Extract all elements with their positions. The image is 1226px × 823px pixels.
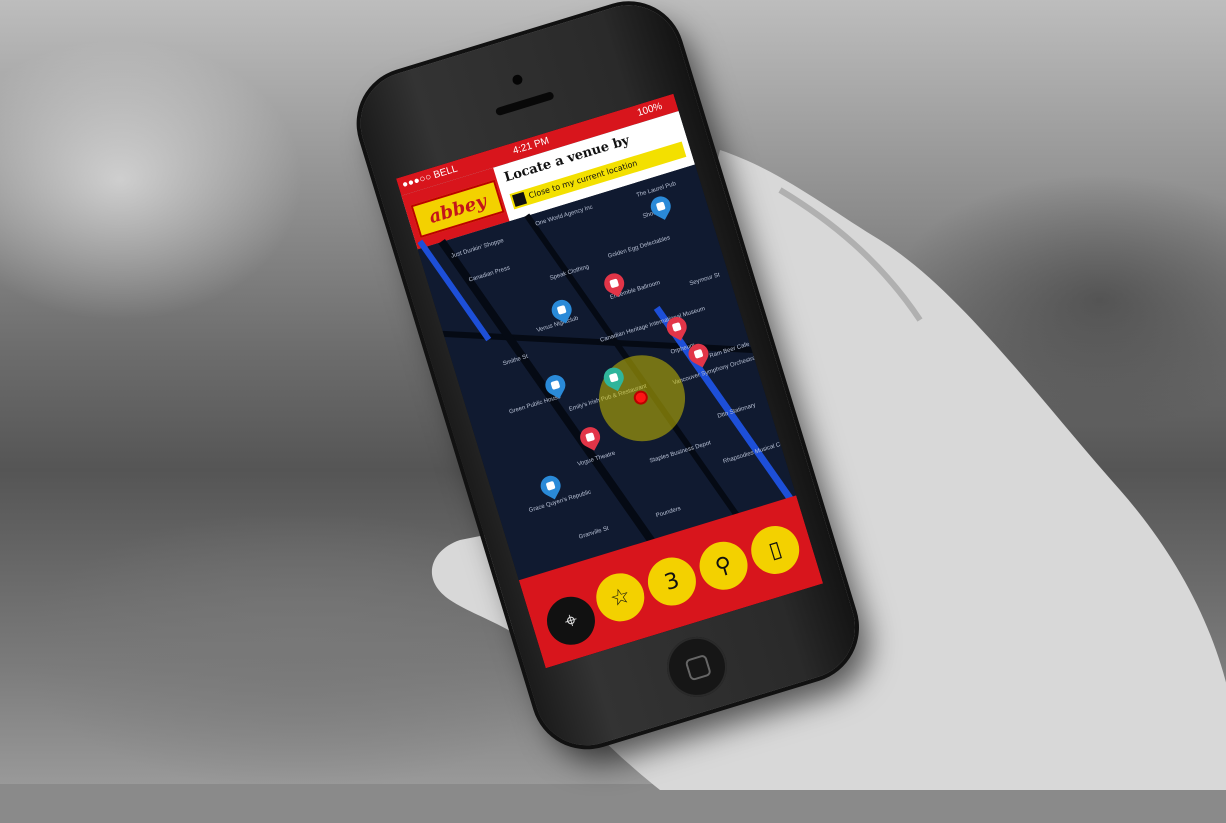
locate-button[interactable]: ⌖ xyxy=(541,590,601,651)
map-label: Canadian Press xyxy=(468,265,511,284)
venue-pin[interactable] xyxy=(537,472,565,500)
map-label: Just Dunkin' Shoppe xyxy=(450,237,505,260)
star-icon: ☆ xyxy=(607,582,634,613)
home-button[interactable] xyxy=(659,629,735,705)
map-label: Golden Egg Delectables xyxy=(607,235,672,260)
map-label: Grace Quyen's Republic xyxy=(528,489,593,515)
crosshair-icon: ⌖ xyxy=(561,606,581,635)
phone-body: ●●●○○ BELL 4:21 PM 100% abbey Locate a v… xyxy=(347,0,868,759)
map-label: Seymour St xyxy=(688,272,721,288)
search-button[interactable]: ⚲ xyxy=(693,535,754,596)
calendar-button[interactable]: 3 xyxy=(641,551,702,612)
map-label: Pounders xyxy=(655,505,682,520)
logo-text: abbey xyxy=(426,190,489,228)
checkbox[interactable] xyxy=(511,191,527,207)
map-label: Vancouver Symphony Orchestra xyxy=(672,355,757,387)
speaker-grille xyxy=(494,91,555,117)
favourites-button[interactable]: ☆ xyxy=(590,567,651,628)
search-icon: ⚲ xyxy=(712,551,735,581)
notebook-button[interactable]: ▯ xyxy=(745,519,806,580)
map-label: Canadian Heritage International Museum xyxy=(599,306,706,344)
app-screen: ●●●○○ BELL 4:21 PM 100% abbey Locate a v… xyxy=(396,93,824,669)
calendar-icon: 3 xyxy=(661,567,683,596)
map-label: Granville St xyxy=(578,525,610,541)
camera-icon xyxy=(511,73,524,87)
notebook-icon: ▯ xyxy=(765,536,785,564)
